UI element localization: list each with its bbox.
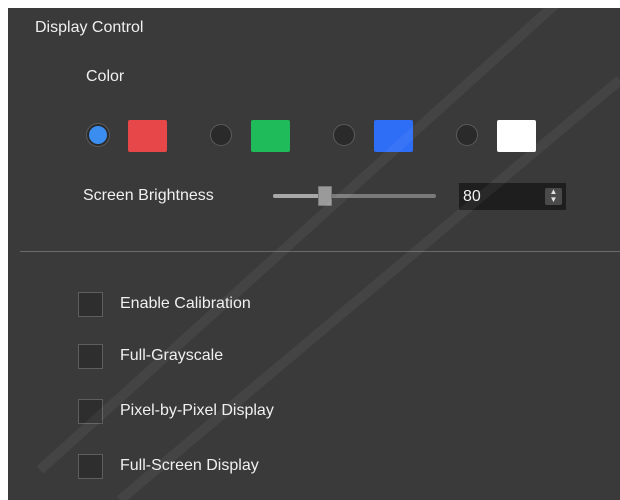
- brightness-slider[interactable]: [273, 186, 436, 208]
- brightness-value-input[interactable]: [463, 186, 533, 207]
- checkbox-box[interactable]: [78, 454, 103, 479]
- screen-brightness-label: Screen Brightness: [83, 187, 214, 204]
- red-swatch[interactable]: [128, 120, 167, 152]
- color-radio-red[interactable]: [87, 124, 109, 146]
- white-swatch[interactable]: [497, 120, 536, 152]
- color-section-label: Color: [86, 68, 125, 85]
- checkbox-label: Pixel-by-Pixel Display: [120, 402, 274, 419]
- slider-thumb[interactable]: [318, 186, 333, 206]
- checkbox-label: Full-Grayscale: [120, 347, 224, 364]
- green-swatch[interactable]: [251, 120, 290, 152]
- color-radio-blue[interactable]: [333, 124, 355, 146]
- color-radio-green[interactable]: [210, 124, 232, 146]
- color-radio-white[interactable]: [456, 124, 478, 146]
- checkbox-box[interactable]: [78, 399, 103, 424]
- panel-title: Display Control: [35, 19, 144, 36]
- checkbox-box[interactable]: [78, 344, 103, 369]
- checkbox-label: Full-Screen Display: [120, 457, 259, 474]
- checkbox-box[interactable]: [78, 292, 103, 317]
- checkbox-label: Enable Calibration: [120, 295, 251, 312]
- brightness-spinbox[interactable]: ▲▼: [459, 183, 566, 210]
- spin-arrows-icon[interactable]: ▲ ▼: [545, 188, 562, 205]
- blue-swatch[interactable]: [374, 120, 413, 152]
- section-divider: [20, 251, 620, 252]
